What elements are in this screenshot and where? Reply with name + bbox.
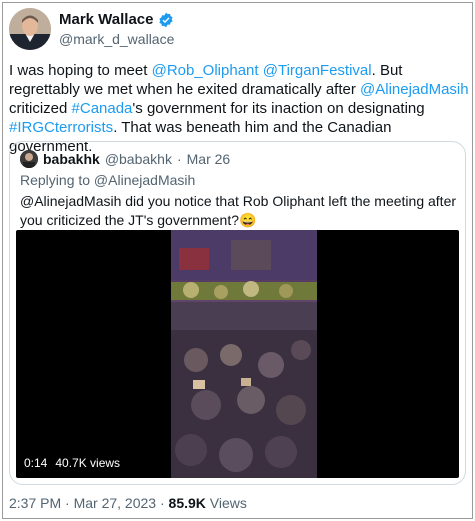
author-name[interactable]: Mark Wallace — [59, 11, 154, 28]
tweet-text-segment: criticized — [9, 100, 72, 117]
tweet-footer: 2:37 PM · Mar 27, 2023 · 85.9K Views — [9, 495, 247, 511]
quote-author-name[interactable]: babakhk — [43, 151, 100, 167]
tweet-timestamp[interactable]: 2:37 PM · Mar 27, 2023 · — [9, 495, 169, 511]
author-name-row[interactable]: Mark Wallace — [59, 11, 174, 28]
video-views: 40.7K views — [55, 456, 121, 470]
separator-dot: · — [176, 151, 182, 167]
tweet-text-segment: 's government for its inaction on design… — [132, 100, 425, 117]
hashtag-irgc-terrorists[interactable]: #IRGCterrorists — [9, 119, 113, 136]
quote-date[interactable]: Mar 26 — [187, 151, 231, 167]
mention-rob-oliphant[interactable]: @Rob_Oliphant — [152, 62, 259, 79]
views-label: Views — [205, 495, 247, 511]
author-block: Mark Wallace @mark_d_wallace — [59, 11, 174, 47]
mention-alinejad-masih[interactable]: @AlinejadMasih — [360, 81, 469, 98]
mention-tirgan-festival[interactable]: @TirganFestival — [263, 62, 372, 79]
tweet-text-segment: I was hoping to meet — [9, 62, 152, 79]
author-avatar[interactable] — [9, 8, 51, 50]
quote-avatar[interactable] — [20, 150, 38, 168]
hashtag-canada[interactable]: #Canada — [72, 100, 133, 117]
quote-header: babakhk @babakhk · Mar 26 — [20, 150, 230, 168]
quote-text: @AlinejadMasih did you notice that Rob O… — [20, 193, 457, 228]
quote-author-handle[interactable]: @babakhk — [105, 151, 172, 167]
video-duration: 0:14 — [24, 456, 48, 470]
video-thumbnail — [171, 230, 317, 478]
video-player[interactable]: 0:14 40.7K views — [16, 230, 459, 478]
video-stats: 0:14 40.7K views — [24, 456, 120, 470]
verified-badge-icon — [158, 12, 173, 27]
replying-to[interactable]: Replying to @AlinejadMasih — [20, 172, 195, 188]
author-handle[interactable]: @mark_d_wallace — [59, 31, 174, 47]
tweet-card: Mark Wallace @mark_d_wallace I was hopin… — [2, 2, 473, 519]
quoted-tweet[interactable]: babakhk @babakhk · Mar 26 Replying to @A… — [9, 141, 466, 485]
views-count: 85.9K — [168, 495, 206, 511]
